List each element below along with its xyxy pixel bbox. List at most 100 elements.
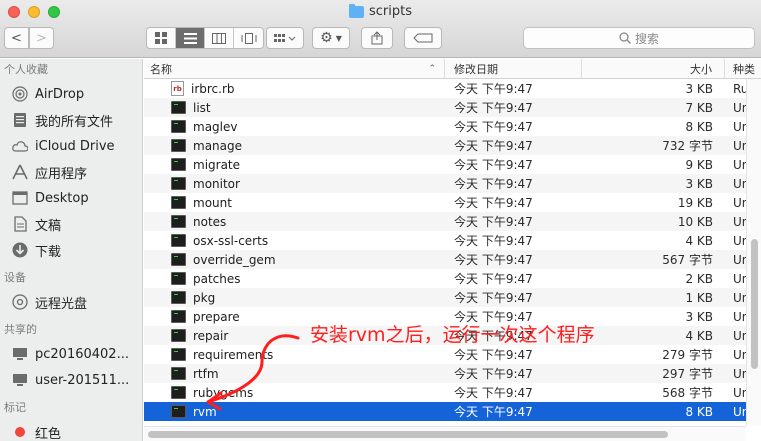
file-name-cell: pkg: [144, 291, 445, 305]
column-view-button[interactable]: [205, 28, 234, 48]
sidebar-item-label: 红色: [35, 426, 62, 441]
sidebar-item-label: 我的所有文件: [35, 114, 114, 130]
sidebar-item-airdrop[interactable]: AirDrop: [0, 81, 142, 107]
file-date: 今天 下午9:47: [454, 386, 533, 400]
terminal-icon: [171, 386, 186, 399]
desktop-icon: [12, 190, 28, 206]
table-row[interactable]: list今天 下午9:477 KBUnix: [144, 98, 761, 117]
table-row[interactable]: monitor今天 下午9:473 KBUnix: [144, 174, 761, 193]
horizontal-scroll-thumb[interactable]: [148, 431, 668, 438]
terminal-icon: [171, 348, 186, 361]
file-name-cell: rb irbrc.rb: [144, 81, 445, 96]
back-button[interactable]: <: [4, 27, 29, 49]
file-name: rubygems: [193, 385, 254, 400]
terminal-icon: [171, 120, 186, 133]
column-header-date[interactable]: 修改日期: [445, 59, 582, 78]
table-row[interactable]: mount今天 下午9:4719 KBUnix: [144, 193, 761, 212]
sidebar-item-tag-red[interactable]: 红色: [0, 419, 142, 441]
all-files-icon: [12, 112, 28, 128]
file-name-cell: manage: [144, 139, 445, 153]
column-header-name[interactable]: 名称 ⌃: [144, 59, 445, 78]
file-name: list: [193, 100, 211, 115]
file-name-cell: rubygems: [144, 386, 445, 400]
column-header-kind[interactable]: 种类: [725, 59, 761, 78]
table-row[interactable]: rubygems今天 下午9:47568 字节Unix: [144, 383, 761, 402]
table-row[interactable]: rvm今天 下午9:478 KBUnix: [144, 402, 761, 421]
file-name: manage: [193, 138, 243, 153]
file-name: osx-ssl-certs: [193, 233, 269, 248]
vertical-scrollbar[interactable]: [746, 79, 761, 426]
terminal-icon: [171, 405, 186, 418]
horizontal-scrollbar[interactable]: [144, 426, 746, 441]
file-name: pkg: [193, 290, 216, 305]
icon-view-button[interactable]: [147, 28, 176, 48]
file-name-cell: migrate: [144, 158, 445, 172]
downloads-icon: [12, 242, 28, 258]
file-size: 9 KB: [685, 157, 713, 172]
sidebar-item-label: iCloud Drive: [35, 138, 115, 154]
file-date: 今天 下午9:47: [454, 82, 533, 96]
computer-icon: [12, 372, 28, 388]
file-list: 名称 ⌃ 修改日期 大小 种类 rbirbrc.rb今天 下午9:473 KBR…: [144, 59, 761, 441]
cover-flow-view-button[interactable]: [234, 28, 263, 48]
file-name-cell: mount: [144, 196, 445, 210]
applications-icon: [12, 164, 28, 180]
action-button[interactable]: ⚙ ▼: [312, 27, 350, 49]
sidebar-item-downloads[interactable]: 下载: [0, 237, 142, 263]
sidebar-item-documents[interactable]: 文稿: [0, 211, 142, 237]
table-row[interactable]: notes今天 下午9:4710 KBUnix: [144, 212, 761, 231]
sidebar-item-all-files[interactable]: 我的所有文件: [0, 107, 142, 133]
sidebar-item-remote-disc[interactable]: 远程光盘: [0, 289, 142, 315]
file-name: prepare: [193, 309, 240, 324]
ruby-file-icon: rb: [171, 81, 184, 96]
file-name-cell: rvm: [144, 405, 445, 419]
file-date: 今天 下午9:47: [454, 215, 533, 229]
file-name-cell: maglev: [144, 120, 445, 134]
vertical-scroll-thumb[interactable]: [751, 239, 758, 369]
share-button[interactable]: [361, 27, 393, 49]
file-size: 567 字节: [662, 253, 713, 267]
file-name-cell: requirements: [144, 348, 445, 362]
sidebar-item-icloud-drive[interactable]: iCloud Drive: [0, 133, 142, 159]
file-date: 今天 下午9:47: [454, 253, 533, 267]
sidebar-item-label: 文稿: [35, 218, 62, 234]
sidebar-item-label: 远程光盘: [35, 296, 88, 312]
table-row[interactable]: migrate今天 下午9:479 KBUnix: [144, 155, 761, 174]
arrange-button[interactable]: [266, 27, 304, 49]
table-row[interactable]: rbirbrc.rb今天 下午9:473 KBRuby: [144, 79, 761, 98]
tags-button[interactable]: [404, 27, 442, 49]
list-view-button[interactable]: [176, 28, 205, 48]
file-name: notes: [193, 214, 227, 229]
column-header-size[interactable]: 大小: [582, 59, 725, 78]
table-row[interactable]: rtfm今天 下午9:47297 字节Unix: [144, 364, 761, 383]
sidebar-item-applications[interactable]: 应用程序: [0, 159, 142, 185]
table-row[interactable]: osx-ssl-certs今天 下午9:474 KBUnix: [144, 231, 761, 250]
forward-button[interactable]: >: [29, 27, 54, 49]
table-row[interactable]: requirements今天 下午9:47279 字节Unix: [144, 345, 761, 364]
table-row[interactable]: manage今天 下午9:47732 字节Unix: [144, 136, 761, 155]
file-size: 3 KB: [685, 309, 713, 324]
file-date: 今天 下午9:47: [454, 177, 533, 191]
sidebar-section-shared: 共享的: [4, 323, 37, 336]
file-name: override_gem: [193, 252, 276, 267]
sidebar-item-shared-user[interactable]: user-201511...: [0, 367, 142, 393]
table-row[interactable]: pkg今天 下午9:471 KBUnix: [144, 288, 761, 307]
sidebar: 个人收藏 AirDrop 我的所有文件 iCloud Drive 应用程序 De…: [0, 59, 143, 441]
table-row[interactable]: maglev今天 下午9:478 KBUnix: [144, 117, 761, 136]
file-rows: rbirbrc.rb今天 下午9:473 KBRubylist今天 下午9:47…: [144, 79, 761, 421]
terminal-icon: [171, 329, 186, 342]
sidebar-item-desktop[interactable]: Desktop: [0, 185, 142, 211]
sidebar-item-label: 下载: [35, 244, 62, 260]
sidebar-section-favorites: 个人收藏: [4, 63, 48, 76]
documents-icon: [12, 216, 28, 232]
search-field[interactable]: 搜索: [523, 27, 755, 49]
terminal-icon: [171, 177, 186, 190]
table-row[interactable]: patches今天 下午9:472 KBUnix: [144, 269, 761, 288]
column-header-kind-label: 种类: [733, 62, 755, 76]
terminal-icon: [171, 215, 186, 228]
table-row[interactable]: override_gem今天 下午9:47567 字节Unix: [144, 250, 761, 269]
file-name-cell: patches: [144, 272, 445, 286]
sidebar-item-shared-pc[interactable]: pc20160402...: [0, 341, 142, 367]
file-date: 今天 下午9:47: [454, 234, 533, 248]
file-size: 297 字节: [662, 367, 713, 381]
